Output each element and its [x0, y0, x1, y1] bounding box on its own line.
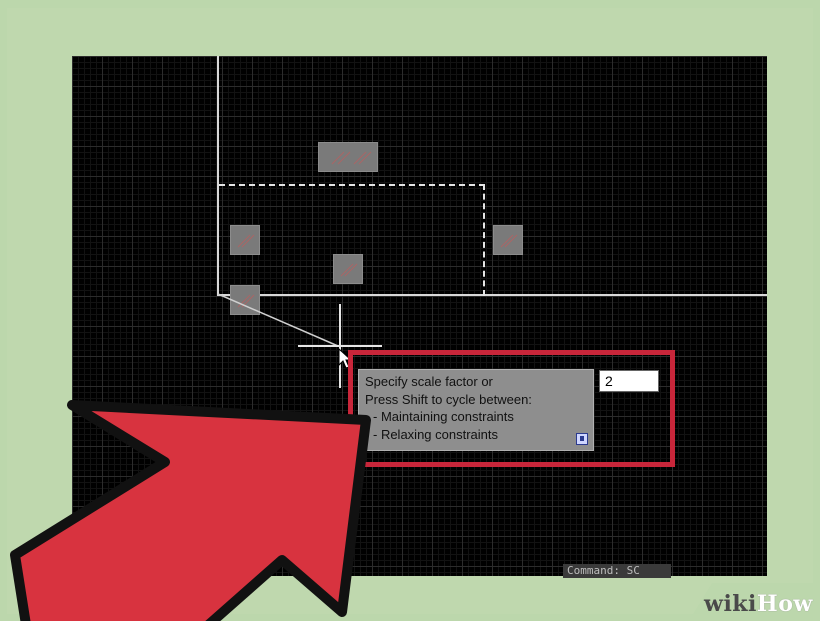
red-arrow-annotation	[10, 400, 371, 621]
watermark-how: How	[756, 591, 813, 617]
watermark-wiki: wiki	[704, 591, 757, 617]
wikihow-watermark: wikiHow	[690, 583, 818, 619]
